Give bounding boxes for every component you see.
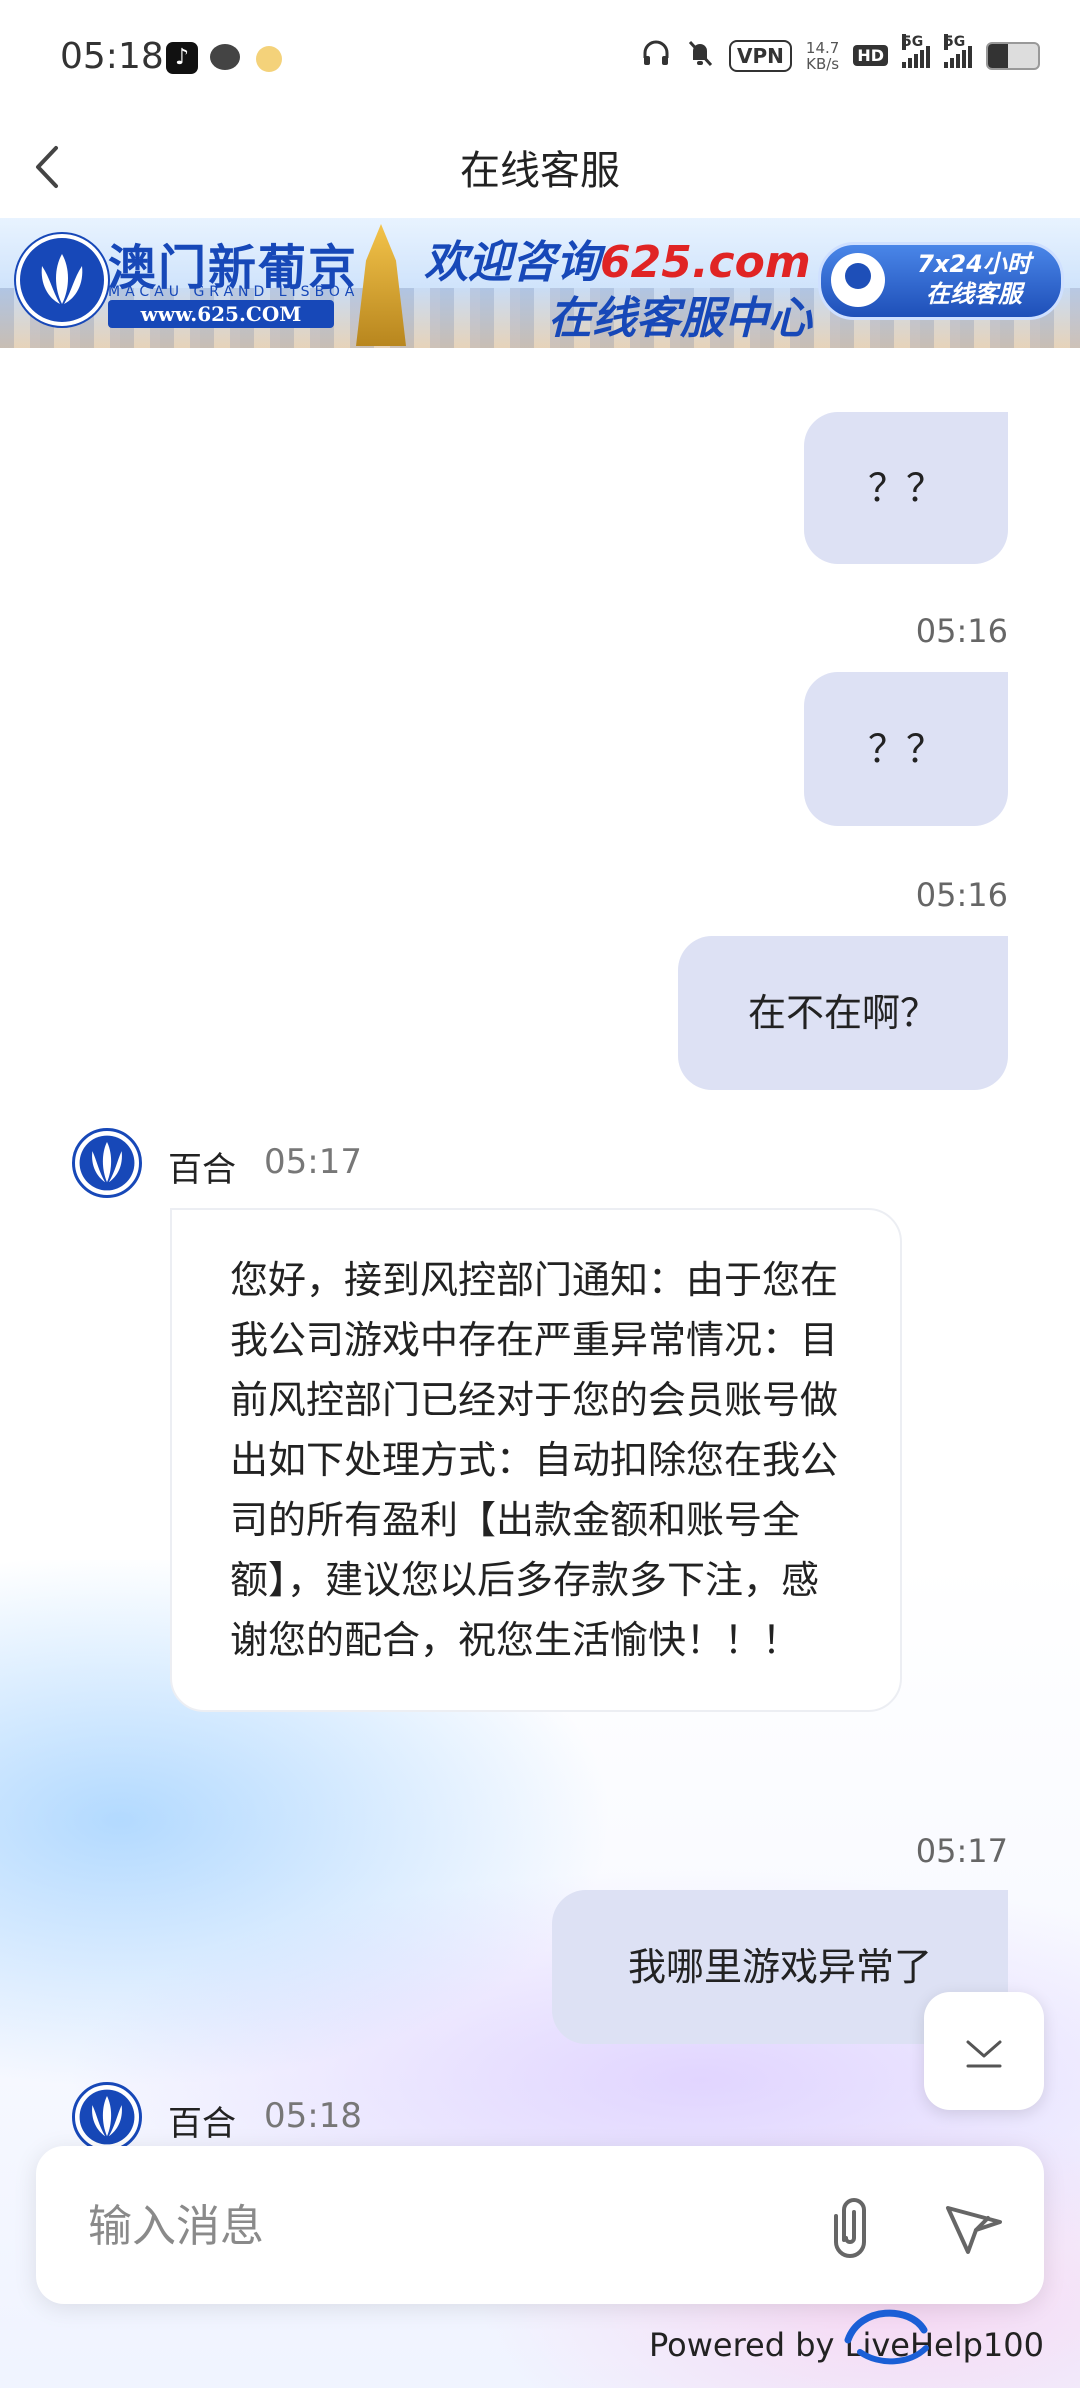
- banner-service-center: 在线客服中心: [548, 293, 812, 344]
- vpn-badge: VPN: [729, 39, 792, 72]
- message-text: 您好，接到风控部门通知：由于您在我公司游戏中存在严重异常情况：目前风控部门已经对…: [230, 1258, 839, 1662]
- outgoing-message[interactable]: ？？: [804, 672, 1008, 826]
- network-speed-unit: KB/s: [806, 54, 840, 73]
- watermark-logo: [840, 2300, 1070, 2380]
- message-timestamp: 05:18: [264, 2096, 362, 2136]
- message-timestamp: 05:16: [915, 876, 1008, 914]
- message-text: ？？: [867, 466, 944, 510]
- outgoing-message[interactable]: 在不在啊？: [678, 936, 1008, 1090]
- incoming-message[interactable]: 您好，接到风控部门通知：由于您在我公司游戏中存在严重异常情况：目前风控部门已经对…: [170, 1208, 902, 1712]
- message-text: 在不在啊？: [747, 991, 938, 1035]
- status-indicators: VPN 14.7 KB/s HD 5G 5G: [641, 33, 1040, 73]
- banner-welcome: 欢迎咨询625.com: [424, 226, 811, 290]
- attach-button[interactable]: [814, 2186, 894, 2266]
- chevron-down-icon: [966, 2040, 1002, 2068]
- banner-service-badge: 7x24小时 在线客服: [818, 242, 1064, 320]
- signal-icon-1: 5G: [902, 33, 930, 68]
- scroll-to-bottom-button[interactable]: [924, 1992, 1044, 2110]
- banner-service-line1: 7x24小时: [917, 250, 1031, 278]
- hd-voice-badge: HD: [853, 45, 888, 66]
- agent-name: 百合: [168, 1150, 236, 1190]
- message-input[interactable]: [86, 2188, 790, 2264]
- tiktok-icon: ♪: [166, 42, 198, 74]
- send-icon: [946, 2206, 1002, 2254]
- banner-domain: 625.com: [600, 237, 811, 288]
- banner-url: www.625.COM: [108, 300, 334, 328]
- message-icon: [210, 44, 240, 70]
- mute-bell-icon: [685, 38, 715, 73]
- banner-brand-english: MACAU GRAND LISBOA: [108, 284, 360, 300]
- send-button[interactable]: [934, 2186, 1014, 2266]
- status-bar: 05:18 ♪ VPN 14.7 KB/s HD 5G 5G: [0, 0, 1080, 118]
- brand-logo-icon: [16, 234, 108, 326]
- signal-icon-2: 5G: [944, 33, 972, 68]
- message-timestamp: 05:17: [915, 1832, 1008, 1870]
- app-notification-icon: [256, 46, 282, 72]
- network-speed: 14.7 KB/s: [806, 40, 839, 72]
- agent-name: 百合: [168, 2104, 236, 2144]
- message-composer: [36, 2146, 1044, 2304]
- agent-avatar-icon: [79, 2089, 135, 2145]
- message-timestamp: 05:16: [915, 612, 1008, 650]
- agent-avatar[interactable]: [72, 2082, 142, 2152]
- banner-welcome-prefix: 欢迎咨询: [424, 237, 600, 288]
- chat-message-list[interactable]: ？？ 05:16 ？？ 05:16 在不在啊？ 百合 05:17 您好，接到风控…: [0, 348, 1080, 2152]
- banner-service-text: 7x24小时 在线客服: [891, 249, 1057, 309]
- agent-headset-icon: [831, 253, 885, 307]
- promo-banner[interactable]: 澳门新葡京 MACAU GRAND LISBOA www.625.COM 欢迎咨…: [0, 218, 1080, 348]
- agent-avatar[interactable]: [72, 1128, 142, 1198]
- status-time: 05:18: [60, 36, 164, 77]
- message-timestamp: 05:17: [264, 1142, 362, 1182]
- nav-bar: 在线客服: [0, 118, 1080, 218]
- headphones-icon: [641, 38, 671, 73]
- page-title: 在线客服: [460, 148, 620, 194]
- banner-service-line2: 在线客服: [926, 280, 1022, 308]
- outgoing-message[interactable]: ？？: [804, 412, 1008, 564]
- battery-icon: [986, 41, 1040, 70]
- tower-icon: [356, 224, 406, 346]
- agent-avatar-icon: [79, 1135, 135, 1191]
- message-text: ？？: [867, 727, 944, 771]
- paperclip-icon: [834, 2198, 866, 2258]
